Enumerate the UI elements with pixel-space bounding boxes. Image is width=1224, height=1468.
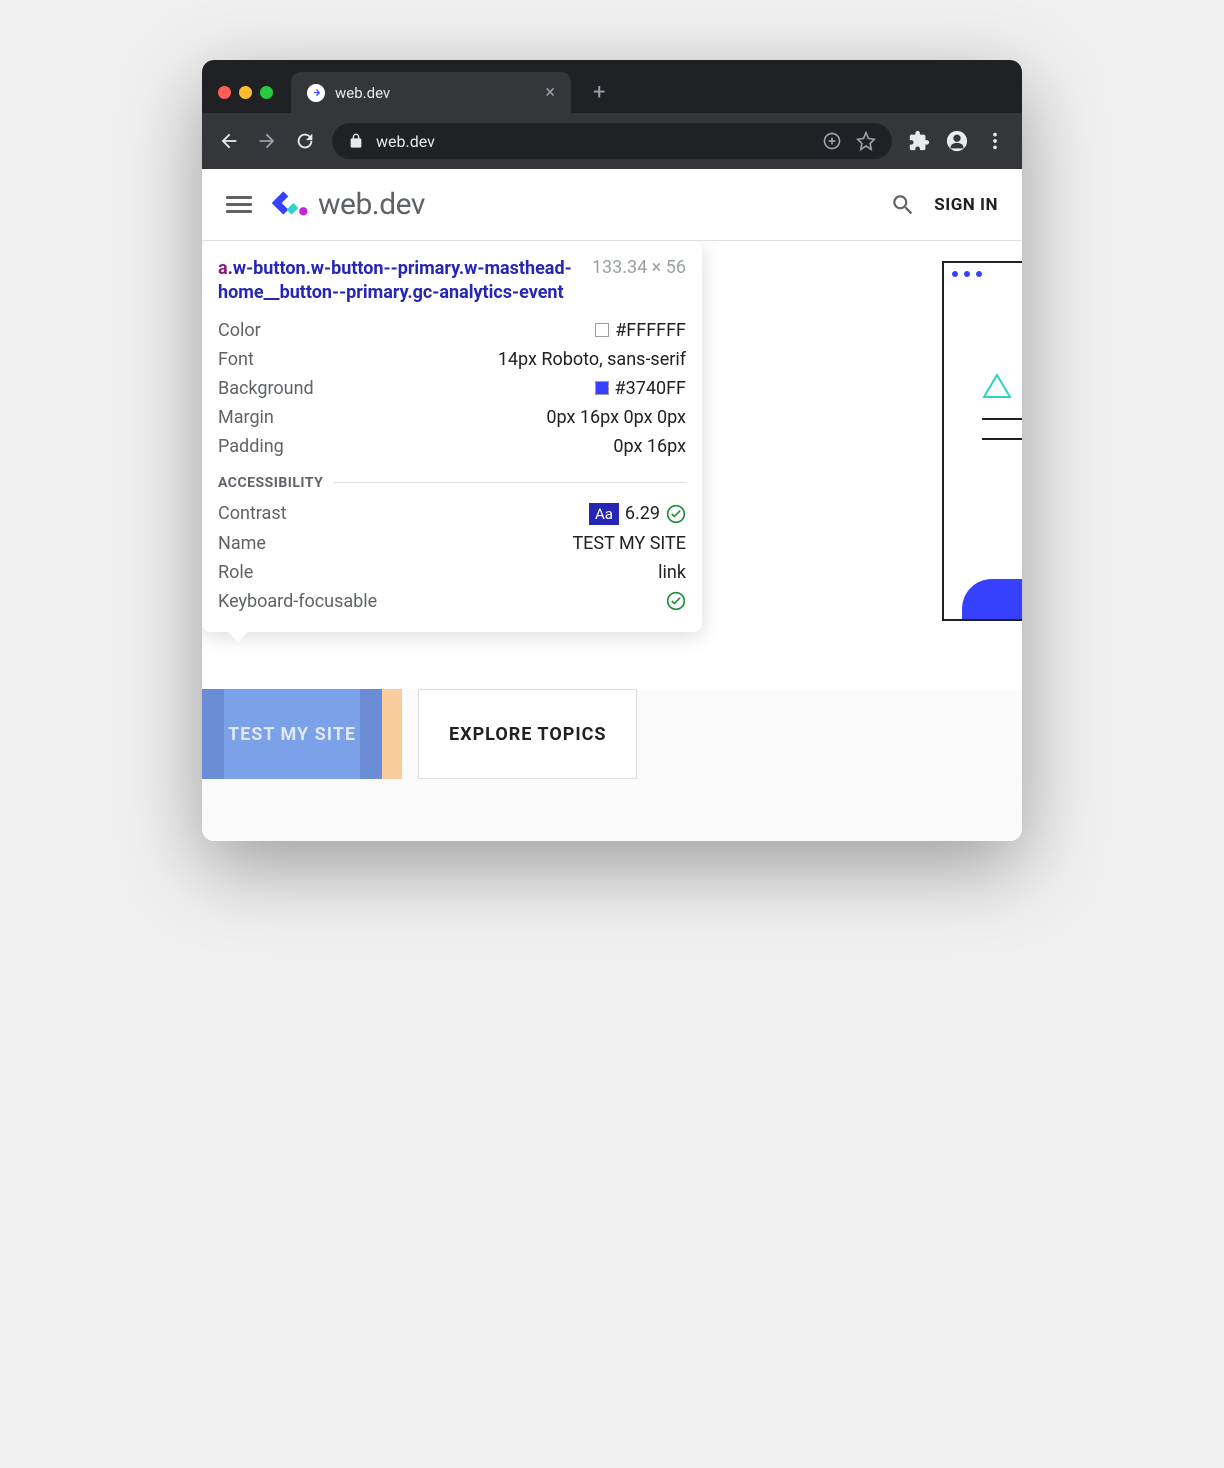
style-row-font: Font 14px Roboto, sans-serif — [218, 345, 686, 374]
hamburger-menu[interactable] — [226, 192, 252, 218]
element-dimensions: 133.34 × 56 — [592, 257, 686, 306]
hero-illustration — [942, 261, 1022, 621]
tab-title: web.dev — [335, 84, 390, 102]
forward-icon[interactable] — [256, 130, 278, 152]
maximize-window-button[interactable] — [260, 86, 273, 99]
aa-badge: Aa — [589, 503, 619, 525]
button-label: TEST MY SITE — [224, 689, 360, 779]
explore-topics-button[interactable]: EXPLORE TOPICS — [418, 689, 637, 779]
reload-icon[interactable] — [294, 130, 316, 152]
element-selector: a.w-button.w-button--primary.w-masthead-… — [218, 257, 580, 306]
profile-icon[interactable] — [946, 130, 968, 152]
a11y-row-name: Name TEST MY SITE — [218, 529, 686, 558]
devtools-inspect-tooltip: a.w-button.w-button--primary.w-masthead-… — [202, 241, 702, 632]
style-row-padding: Padding 0px 16px — [218, 432, 686, 461]
favicon-icon — [307, 84, 325, 102]
site-logo[interactable]: web.dev — [270, 187, 425, 222]
triangle-icon — [982, 373, 1012, 399]
a11y-row-contrast: Contrast Aa 6.29 — [218, 499, 686, 529]
add-circle-icon[interactable] — [822, 131, 842, 151]
style-row-color: Color #FFFFFF — [218, 316, 686, 345]
address-bar[interactable]: web.dev — [332, 123, 892, 159]
menu-icon[interactable] — [984, 130, 1006, 152]
box-model-padding — [202, 689, 224, 779]
new-tab-button[interactable]: + — [581, 80, 617, 105]
signin-link[interactable]: SIGN IN — [934, 195, 998, 215]
style-row-background: Background #3740FF — [218, 374, 686, 403]
style-row-margin: Margin 0px 16px 0px 0px — [218, 403, 686, 432]
cta-button-row: TEST MY SITE EXPLORE TOPICS — [202, 689, 637, 779]
box-model-margin — [382, 689, 402, 779]
browser-tab[interactable]: web.dev × — [291, 72, 571, 113]
lock-icon — [348, 133, 364, 149]
a11y-section-header: ACCESSIBILITY — [218, 475, 686, 491]
test-my-site-button[interactable]: TEST MY SITE — [202, 689, 402, 779]
a11y-row-keyboard: Keyboard-focusable — [218, 587, 686, 616]
bg-swatch — [595, 381, 609, 395]
browser-window: web.dev × + web.dev web.dev — [202, 60, 1022, 841]
logo-icon — [270, 188, 310, 222]
page-content: re of your own nd analysis a.w-button.w-… — [202, 241, 1022, 841]
check-circle-icon — [666, 504, 686, 524]
minimize-window-button[interactable] — [239, 86, 252, 99]
button-label: EXPLORE TOPICS — [449, 724, 606, 745]
close-window-button[interactable] — [218, 86, 231, 99]
site-header: web.dev SIGN IN — [202, 169, 1022, 241]
browser-toolbar: web.dev — [202, 113, 1022, 169]
a11y-row-role: Role link — [218, 558, 686, 587]
window-controls — [218, 86, 273, 99]
check-circle-icon — [666, 591, 686, 611]
extensions-icon[interactable] — [908, 130, 930, 152]
logo-text: web.dev — [318, 187, 425, 222]
url-text: web.dev — [376, 132, 435, 151]
browser-tabstrip: web.dev × + — [202, 60, 1022, 113]
back-icon[interactable] — [218, 130, 240, 152]
close-tab-icon[interactable]: × — [545, 82, 555, 103]
search-icon[interactable] — [890, 192, 916, 218]
box-model-padding — [360, 689, 382, 779]
star-icon[interactable] — [856, 131, 876, 151]
